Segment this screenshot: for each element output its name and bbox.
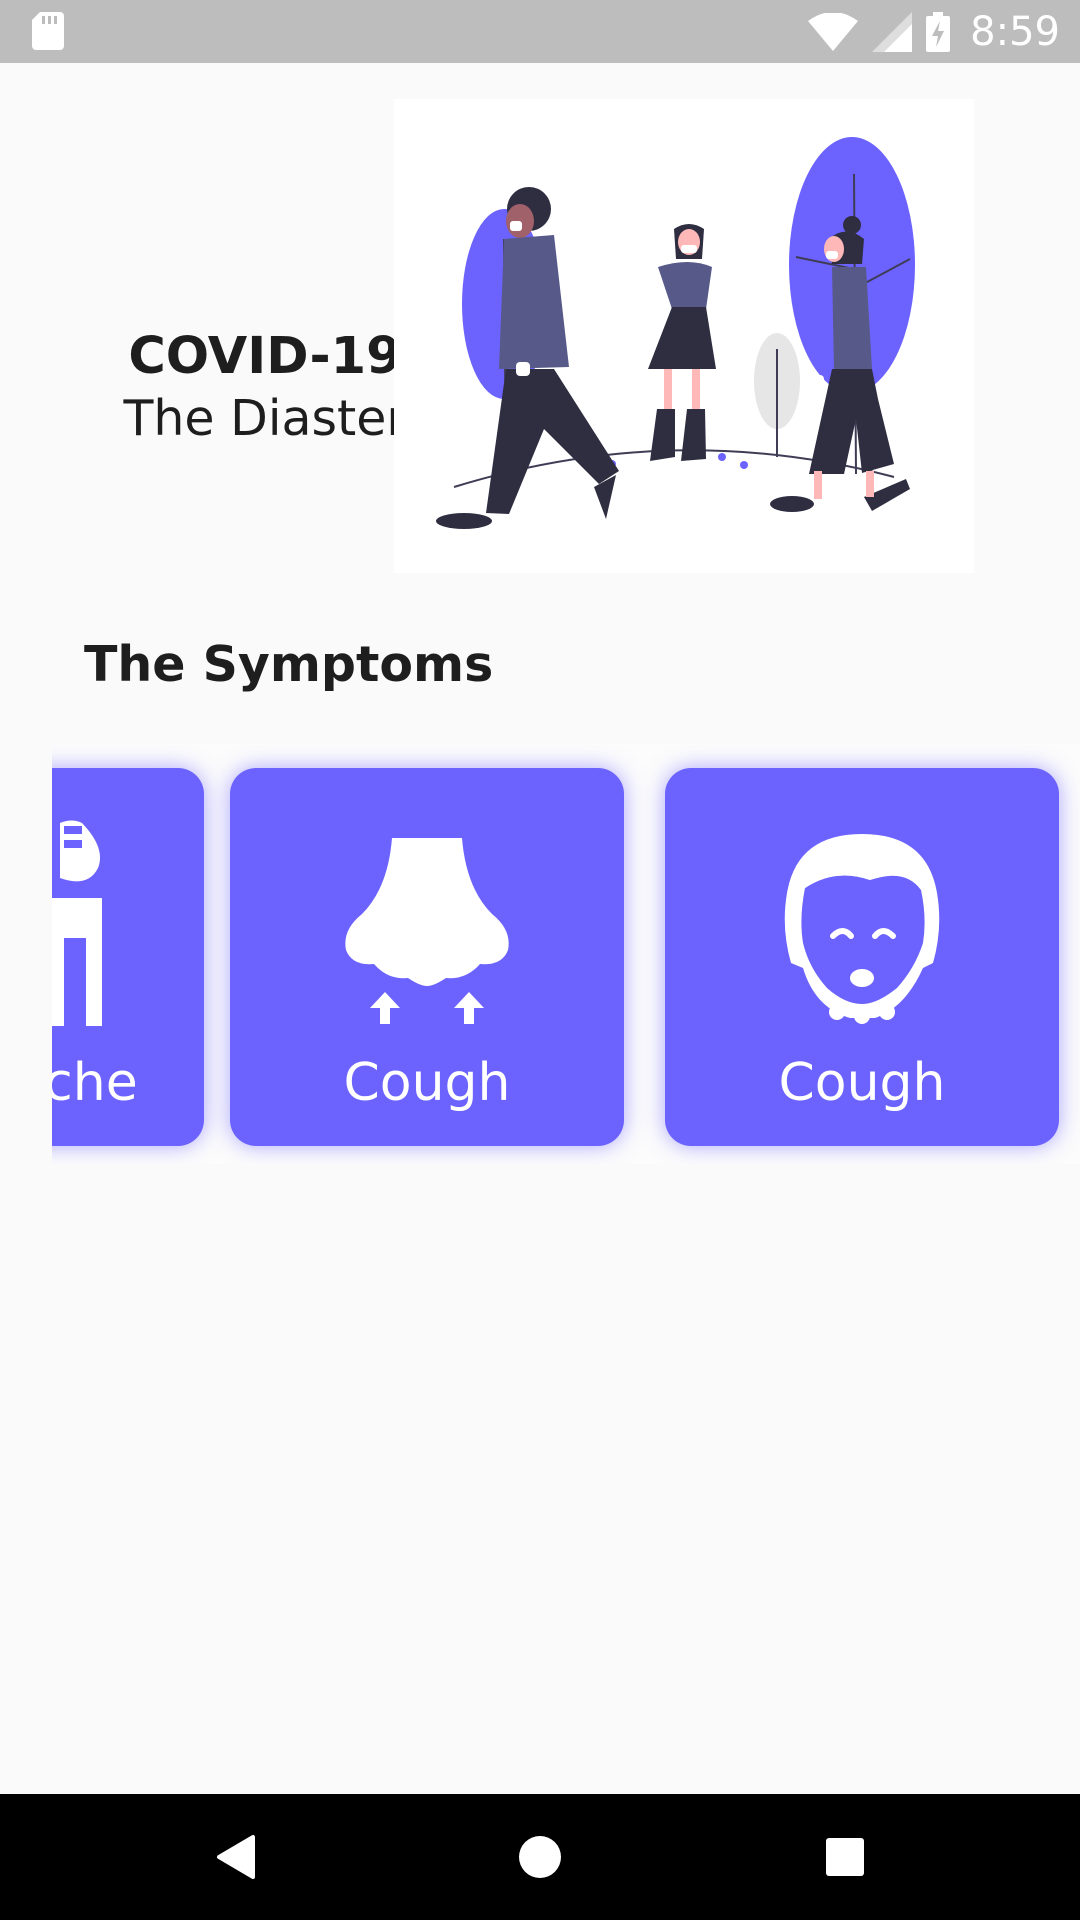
symptom-card-label: Cough <box>778 1053 946 1113</box>
app-subtitle: The Diaster <box>123 390 407 447</box>
back-icon <box>217 1835 255 1879</box>
symptom-card-label: Cough <box>343 1053 511 1113</box>
app-title: COVID-19 <box>128 327 402 386</box>
symptom-card-cough-face[interactable]: Cough <box>665 768 1059 1146</box>
clock: 8:59 <box>970 8 1060 55</box>
screen: 8:59 COVID-19 The Diaster The Symptoms c… <box>0 0 1080 1920</box>
cell-signal-icon <box>872 11 913 52</box>
recents-button[interactable] <box>810 1794 880 1920</box>
symptom-card-headache[interactable]: Headache <box>52 768 204 1146</box>
symptom-card-label: Headache <box>52 1053 138 1113</box>
navigation-bar <box>0 1794 1080 1920</box>
home-button[interactable] <box>505 1794 575 1920</box>
recents-icon <box>826 1838 864 1876</box>
symptom-card-cough-nose[interactable]: Cough <box>230 768 624 1146</box>
symptoms-carousel[interactable]: Headache Cough Cough <box>52 744 1080 1164</box>
home-icon <box>519 1836 561 1878</box>
symptoms-heading: The Symptoms <box>84 636 494 693</box>
title-block: COVID-19 The Diaster <box>110 326 420 450</box>
wifi-icon <box>808 12 859 51</box>
status-bar: 8:59 <box>0 0 1080 63</box>
back-button[interactable] <box>200 1794 270 1920</box>
hero-illustration <box>394 99 974 573</box>
battery-charging-icon <box>926 11 951 52</box>
sd-card-icon <box>32 12 64 50</box>
